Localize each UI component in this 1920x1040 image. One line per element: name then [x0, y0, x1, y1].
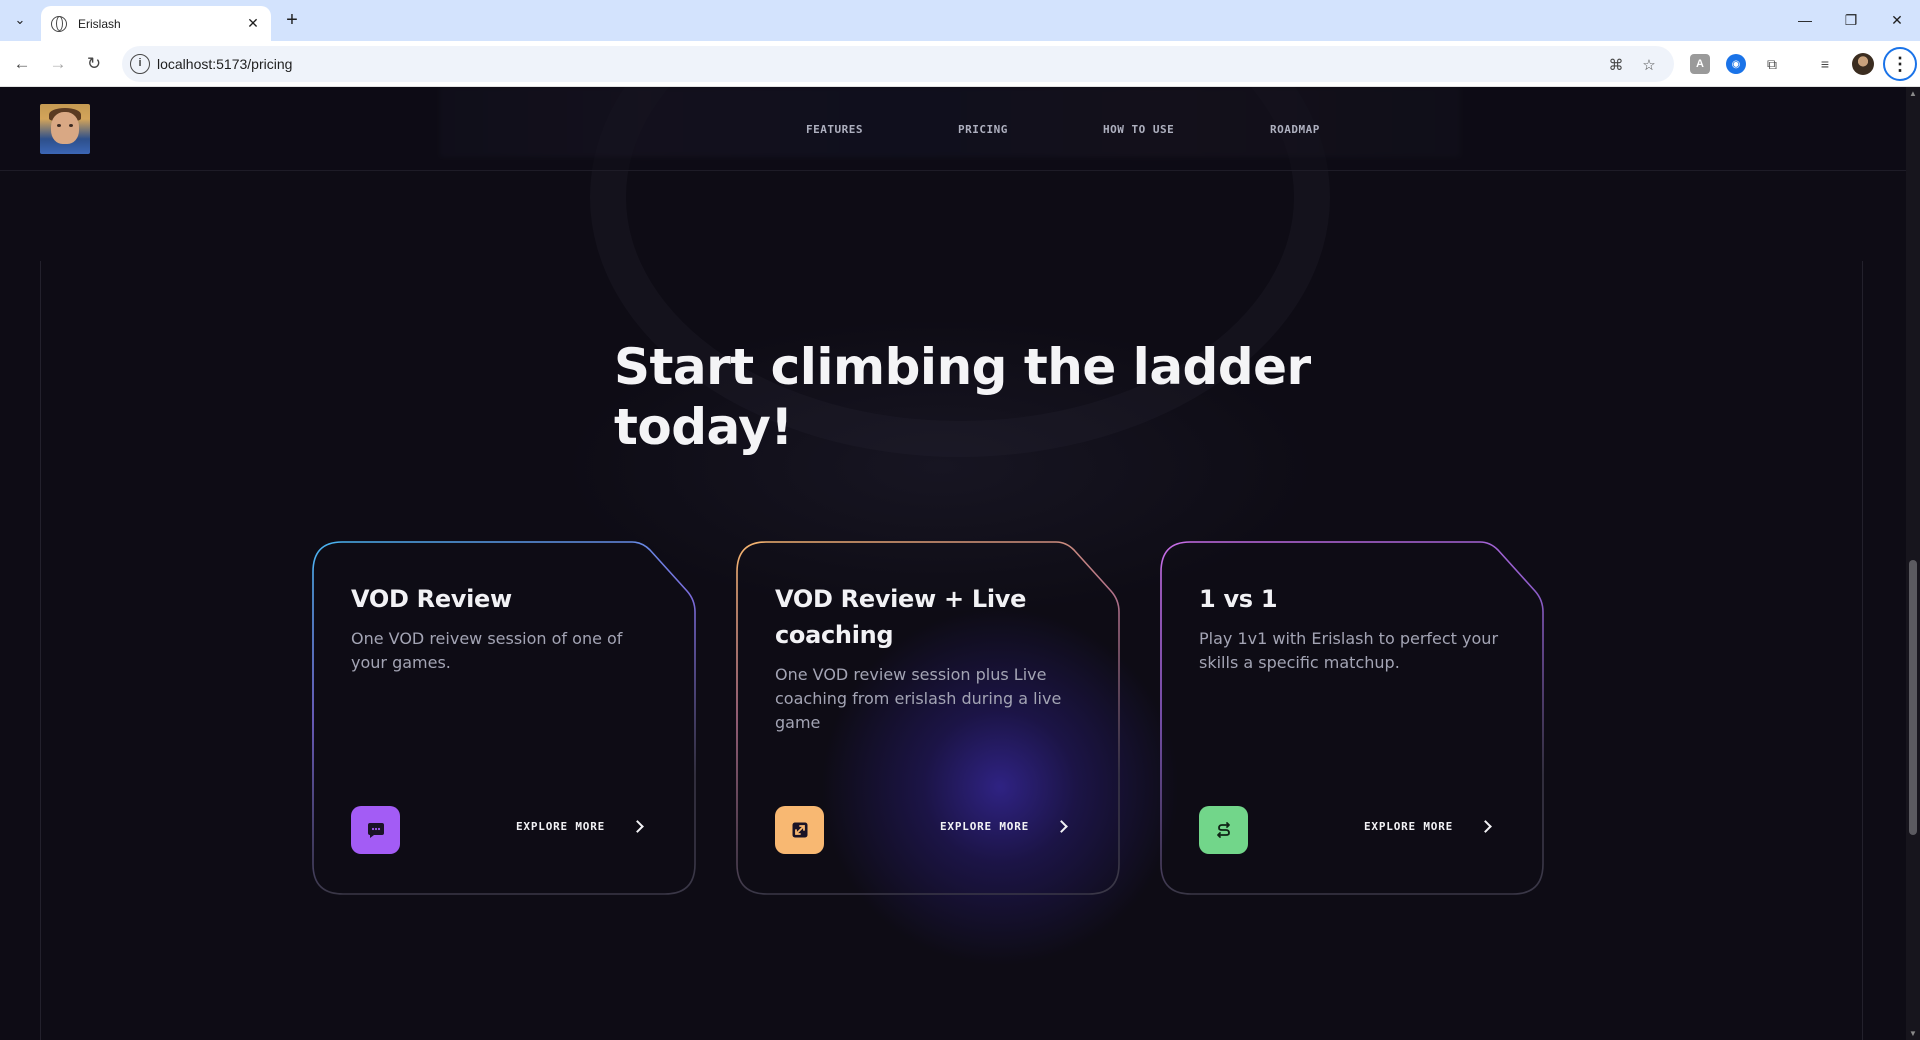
- nav-pricing[interactable]: PRICING: [958, 123, 1008, 136]
- back-arrow-icon[interactable]: ←: [8, 50, 36, 78]
- forward-arrow-icon[interactable]: →: [44, 50, 72, 78]
- card-description: One VOD reivew session of one of your ga…: [351, 629, 623, 672]
- resize-arrows-icon: [775, 806, 824, 854]
- pricing-card-vod-live-coaching[interactable]: VOD Review + Live coaching One VOD revie…: [736, 541, 1120, 895]
- card-description: Play 1v1 with Erislash to perfect your s…: [1199, 629, 1499, 672]
- restore-button[interactable]: ❐: [1828, 6, 1874, 34]
- translate-icon[interactable]: ⌘: [1606, 55, 1626, 75]
- chevron-right-icon: [1479, 820, 1492, 833]
- explore-more-link[interactable]: EXPLORE MORE: [940, 820, 1068, 833]
- nav-features[interactable]: FEATURES: [806, 123, 863, 136]
- page-scrollbar[interactable]: ▲ ▼: [1906, 87, 1920, 1040]
- browser-toolbar: ← → ↻ i localhost:5173/pricing ⌘ ☆ A ◉ ⧉…: [0, 41, 1920, 87]
- pricing-card-vod-review[interactable]: VOD Review One VOD reivew session of one…: [312, 541, 696, 895]
- bookmark-star-icon[interactable]: ☆: [1639, 55, 1659, 75]
- page-viewport: FEATURES PRICING HOW TO USE ROADMAP Star…: [0, 87, 1906, 1040]
- new-tab-button[interactable]: +: [280, 8, 304, 32]
- swap-arrows-icon: [1199, 806, 1248, 854]
- browser-menu-kebab-icon[interactable]: ⋮: [1883, 47, 1917, 81]
- browser-tab[interactable]: Erislash ✕: [41, 6, 271, 41]
- site-info-icon[interactable]: i: [130, 54, 150, 74]
- minimize-button[interactable]: —: [1782, 6, 1828, 34]
- tab-search-chevron-icon[interactable]: ⌄: [8, 8, 32, 32]
- scroll-up-arrow-icon[interactable]: ▲: [1909, 89, 1917, 98]
- close-tab-icon[interactable]: ✕: [245, 15, 261, 32]
- scroll-down-arrow-icon[interactable]: ▼: [1909, 1029, 1917, 1038]
- site-logo-avatar[interactable]: [40, 104, 90, 154]
- reading-list-icon[interactable]: ≡: [1815, 54, 1835, 74]
- explore-more-link[interactable]: EXPLORE MORE: [1364, 820, 1492, 833]
- chevron-right-icon: [1055, 820, 1068, 833]
- nav-roadmap[interactable]: ROADMAP: [1270, 123, 1320, 136]
- card-description: One VOD review session plus Live coachin…: [775, 665, 1062, 732]
- reload-icon[interactable]: ↻: [80, 50, 108, 78]
- extension-gray-icon[interactable]: A: [1690, 54, 1710, 74]
- address-bar[interactable]: i localhost:5173/pricing ⌘ ☆: [122, 46, 1674, 82]
- nav-how-to-use[interactable]: HOW TO USE: [1103, 123, 1174, 136]
- close-window-button[interactable]: ✕: [1874, 6, 1920, 34]
- browser-tab-strip: ⌄ Erislash ✕ + — ❐ ✕: [0, 0, 1920, 41]
- card-title: 1 vs 1: [1199, 585, 1278, 613]
- site-header: FEATURES PRICING HOW TO USE ROADMAP: [0, 87, 1906, 171]
- chat-bubble-icon: [351, 806, 400, 854]
- pricing-card-1v1[interactable]: 1 vs 1 Play 1v1 with Erislash to perfect…: [1160, 541, 1544, 895]
- frame-divider-right: [1862, 261, 1863, 1040]
- scrollbar-thumb[interactable]: [1909, 560, 1917, 835]
- frame-divider-left: [40, 261, 41, 1040]
- chevron-right-icon: [631, 820, 644, 833]
- tab-title: Erislash: [78, 16, 121, 31]
- explore-more-link[interactable]: EXPLORE MORE: [516, 820, 644, 833]
- url-text[interactable]: localhost:5173/pricing: [157, 56, 292, 72]
- card-title: VOD Review + Live coaching: [775, 585, 1027, 649]
- extension-blue-icon[interactable]: ◉: [1726, 54, 1746, 74]
- page-headline: Start climbing the ladder today!: [614, 338, 1311, 456]
- card-title: VOD Review: [351, 585, 512, 613]
- profile-avatar-icon[interactable]: [1852, 53, 1874, 75]
- extensions-puzzle-icon[interactable]: ⧉: [1762, 54, 1782, 74]
- globe-icon: [51, 15, 67, 32]
